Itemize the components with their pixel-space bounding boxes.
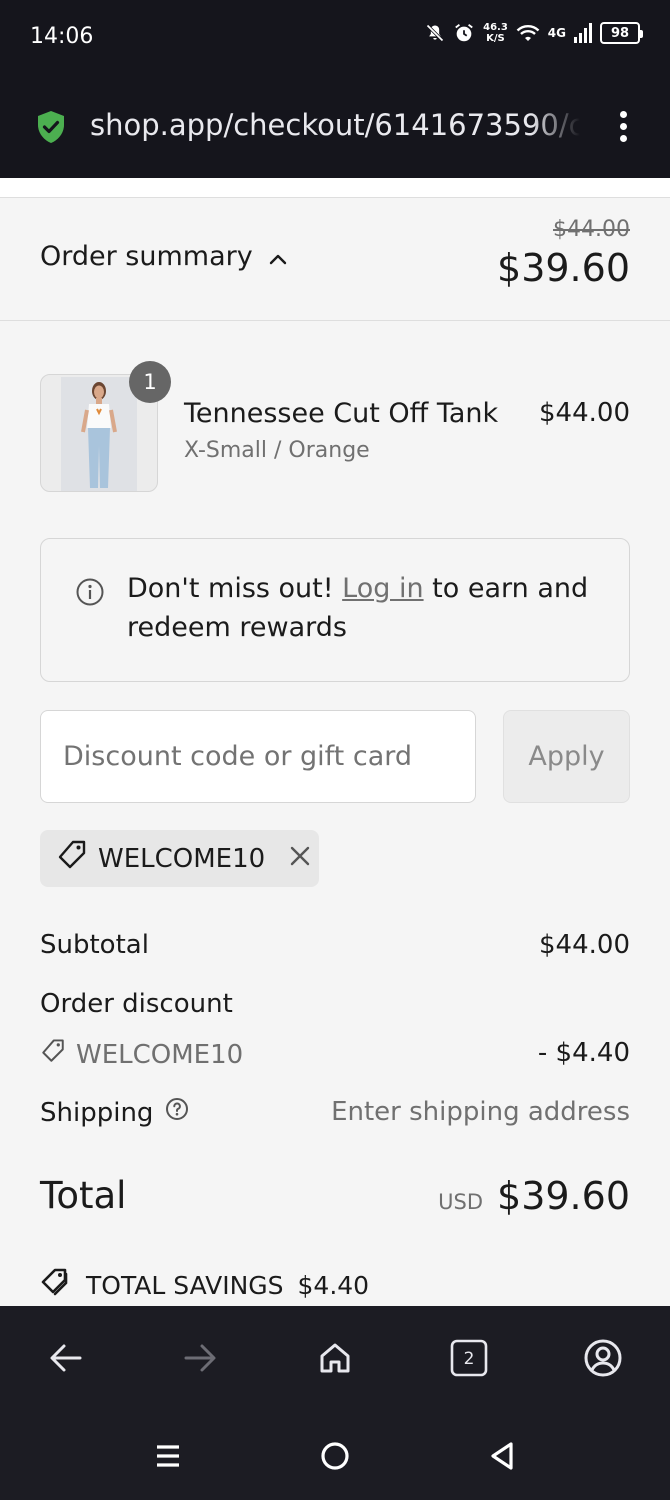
subtotal-row: Subtotal $44.00 [40,930,630,960]
product-variant: X-Small / Orange [184,438,370,463]
remove-code-icon[interactable] [289,844,311,874]
status-bar: 14:06 46.3 K/S 4G 98 [0,0,670,78]
info-icon [75,577,105,611]
discount-code-input[interactable] [40,710,476,803]
forward-arrow-icon[interactable] [178,1336,222,1380]
savings-tag-icon [40,1266,72,1304]
line-item: 1 Tennessee Cut Off Tank X-Small / Orang… [40,361,630,494]
discount-value: - $4.40 [537,1038,630,1068]
discount-code-line: WELCOME10 [40,1038,243,1071]
applied-discount-chip: WELCOME10 [40,830,319,887]
rewards-banner: Don't miss out! Log in to earn and redee… [40,538,630,682]
home-circle-icon[interactable] [315,1436,355,1476]
total-label: Total [40,1174,127,1217]
home-icon[interactable] [313,1336,357,1380]
total-amount-group: USD $39.60 [438,1174,630,1218]
order-discount-label: Order discount [40,989,233,1019]
order-discount-row: Order discount [40,989,630,1019]
order-summary-toggle[interactable]: Order summary [40,241,287,272]
shipping-value: Enter shipping address [331,1097,630,1127]
back-triangle-icon[interactable] [482,1436,522,1476]
product-thumbnail: 1 [40,361,171,492]
original-price: $44.00 [553,217,630,242]
savings-value: $4.40 [297,1270,370,1300]
total-row: Total USD $39.60 [40,1174,630,1218]
product-price: $44.00 [539,398,630,428]
subtotal-label: Subtotal [40,930,149,960]
browser-nav-bar: 2 [0,1306,670,1406]
url-text[interactable]: shop.app/checkout/6141673590/c [90,108,580,148]
apply-button[interactable]: Apply [503,710,630,803]
tag-icon [56,839,88,878]
system-nav-bar [0,1406,670,1500]
product-image [61,377,137,491]
recents-menu-icon[interactable] [148,1436,188,1476]
order-summary-label: Order summary [40,241,253,272]
currency-code: USD [438,1190,484,1214]
tag-icon [40,1038,66,1071]
status-time: 14:06 [30,24,94,49]
product-name: Tennessee Cut Off Tank [184,398,499,429]
battery-indicator: 98 [600,22,643,44]
discount-code-label: WELCOME10 [76,1039,244,1070]
summary-prices: $44.00 $39.60 [497,217,630,290]
tab-count: 2 [464,1349,475,1369]
browser-url-bar: shop.app/checkout/6141673590/c [0,78,670,178]
chevron-up-icon [269,241,287,272]
checkout-page: Order summary $44.00 $39.60 1 Tennessee … [0,178,670,1306]
back-arrow-icon[interactable] [44,1336,88,1380]
shipping-label-group: Shipping [40,1097,189,1128]
shipping-label: Shipping [40,1097,154,1128]
mute-bell-icon [425,23,445,43]
order-summary-header[interactable]: Order summary $44.00 $39.60 [0,199,670,321]
shipping-row: Shipping Enter shipping address [40,1097,630,1128]
more-vert-icon[interactable] [616,108,630,148]
rewards-prefix: Don't miss out! [127,573,343,604]
alarm-icon [453,22,475,44]
net-speed: 46.3 K/S [483,22,508,44]
discount-code-row: WELCOME10 - $4.40 [40,1038,630,1071]
quantity-badge: 1 [129,361,171,403]
signal-icon [574,23,592,43]
account-icon[interactable] [581,1336,625,1380]
applied-code: WELCOME10 [98,843,266,874]
network-type: 4G [547,26,566,40]
total-savings: TOTAL SAVINGS $4.40 [40,1266,369,1304]
savings-label: TOTAL SAVINGS [86,1270,284,1300]
subtotal-value: $44.00 [539,930,630,960]
login-link[interactable]: Log in [342,573,423,604]
header-strip [0,178,670,198]
net-speed-value: 46.3 [483,22,508,33]
tabs-icon[interactable]: 2 [447,1336,491,1380]
wifi-icon [516,23,540,43]
status-icons: 46.3 K/S 4G 98 [425,22,643,44]
help-icon[interactable] [165,1097,189,1128]
net-speed-unit: K/S [486,33,505,44]
rewards-message: Don't miss out! Log in to earn and redee… [127,569,607,647]
total-amount: $39.60 [497,1174,630,1218]
discounted-price: $39.60 [497,246,630,290]
shield-check-icon[interactable] [36,110,66,148]
